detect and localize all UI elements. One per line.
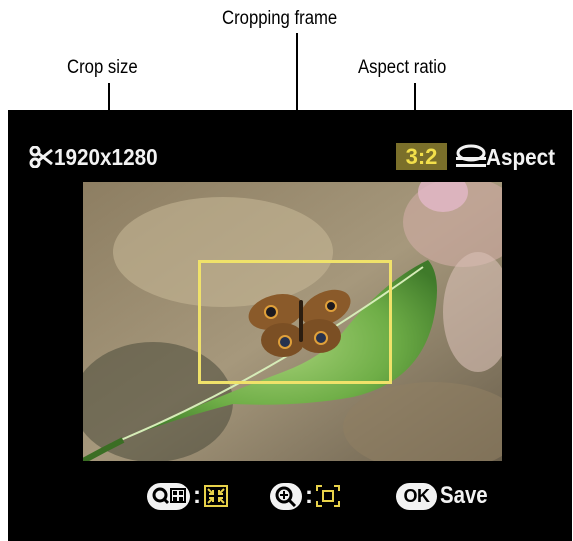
save-label: Save <box>440 482 488 509</box>
enlarge-frame-icon <box>316 485 340 507</box>
colon: : <box>193 482 201 509</box>
enlarge-frame-control[interactable]: : <box>270 478 340 514</box>
save-control[interactable]: OK Save <box>396 478 496 514</box>
cropping-frame-callout: Cropping frame <box>222 8 338 29</box>
shrink-frame-control[interactable]: : <box>147 478 228 514</box>
crop-size-value: 1920x1280 <box>54 144 158 170</box>
scissors-icon <box>29 145 53 169</box>
cropping-frame[interactable] <box>198 260 392 384</box>
aspect-ratio-icon <box>454 144 488 170</box>
figure: Cropping frame Crop size Aspect ratio 19… <box>0 0 573 541</box>
zoom-in-icon[interactable] <box>270 482 302 510</box>
crop-size-callout: Crop size <box>67 57 138 78</box>
control-bar: :: OK Save <box>8 478 572 518</box>
aspect-ratio-value: 3:2 <box>396 143 447 170</box>
ok-button[interactable]: OK <box>396 482 437 510</box>
colon: : <box>305 482 313 509</box>
aspect-label: Aspect <box>486 144 556 170</box>
aspect-ratio-callout: Aspect ratio <box>358 57 447 78</box>
shrink-frame-icon <box>204 485 228 507</box>
zoom-out-thumbnail-icon[interactable] <box>147 482 190 510</box>
camera-screen: 1920x1280 3:2 Aspect:: OK Save <box>8 110 572 541</box>
